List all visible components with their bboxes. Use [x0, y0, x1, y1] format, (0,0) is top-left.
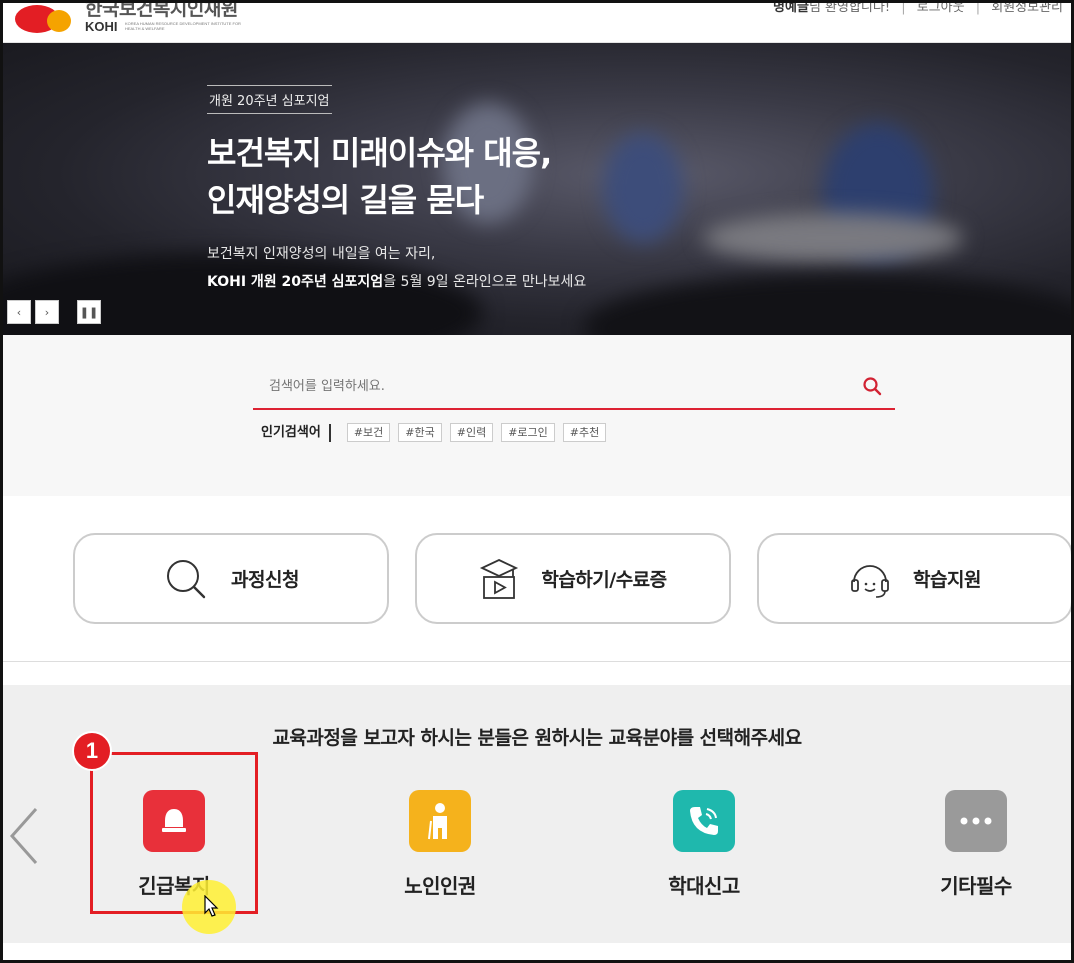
keyword-tag[interactable]: #한국 [398, 423, 442, 442]
divider: | [975, 3, 981, 15]
hero-title: 보건복지 미래이슈와 대응, 인재양성의 길을 묻다 [207, 130, 586, 224]
quick-links-section: 과정신청 학습하기/수료증 학습지원 [3, 496, 1073, 662]
hero-bg-shape [583, 273, 1071, 335]
popular-keywords-label: 인기검색어 [261, 423, 331, 442]
learning-certificate-button[interactable]: 학습하기/수료증 [415, 533, 731, 624]
magnifier-icon [167, 559, 206, 598]
category-abuse-report[interactable]: 학대신고 [634, 790, 774, 899]
hero-desc-line: 보건복지 인재양성의 내일을 여는 자리, [207, 246, 436, 262]
divider: | [901, 3, 906, 15]
search-section: 인기검색어 #보건 #한국 #인력 #로그인 #추천 [3, 335, 1071, 496]
quick-link-label: 학습지원 [913, 569, 981, 591]
utility-nav: 명예글님 환영합니다! | 로그아웃 | 회원정보관리 [773, 3, 1063, 15]
kohi-logo-icon[interactable] [13, 3, 75, 35]
next-slide-button[interactable]: › [35, 300, 59, 324]
member-info-link[interactable]: 회원정보관리 [991, 3, 1063, 15]
graduation-video-icon [480, 558, 519, 599]
category-other-required[interactable]: 기타필수 [906, 790, 1046, 899]
popular-keywords: 인기검색어 #보건 #한국 #인력 #로그인 #추천 [261, 423, 614, 442]
quick-link-label: 과정신청 [231, 569, 299, 591]
site-header: 한국보건복지인재원 KOHI KOREA HUMAN RESOURCE DEVE… [3, 3, 1071, 43]
hero-content: 개원 20주년 심포지엄 보건복지 미래이슈와 대응, 인재양성의 길을 묻다 … [207, 85, 586, 296]
highlight-box [90, 752, 258, 914]
pause-slide-button[interactable]: ❚❚ [77, 300, 101, 324]
prev-slide-button[interactable]: ‹ [7, 300, 31, 324]
welcome-text: 님 환영합니다! [808, 3, 891, 15]
hero-description: 보건복지 인재양성의 내일을 여는 자리, KOHI 개원 20주년 심포지엄을… [207, 240, 586, 296]
search-icon[interactable] [861, 375, 883, 397]
quick-link-label: 학습하기/수료증 [541, 569, 667, 591]
course-apply-button[interactable]: 과정신청 [73, 533, 389, 624]
slider-controls: ‹ › ❚❚ [7, 300, 101, 324]
logout-link[interactable]: 로그아웃 [917, 3, 965, 15]
hero-title-line: 인재양성의 길을 묻다 [207, 181, 484, 219]
keyword-tag[interactable]: #인력 [449, 423, 494, 442]
step-number-badge: 1 [72, 731, 112, 771]
elderly-person-icon [409, 790, 471, 852]
logo-english-name[interactable]: KOHI [85, 19, 118, 34]
more-dots-icon [945, 790, 1007, 852]
hero-desc-line: KOHI 개원 20주년 심포지엄을 5월 9일 온라인으로 만나보세요 [207, 268, 586, 296]
learning-support-button[interactable]: 학습지원 [757, 533, 1073, 624]
category-title: 교육과정을 보고자 하시는 분들은 원하시는 교육분야를 선택해주세요 [272, 727, 802, 749]
search-input[interactable] [269, 373, 829, 399]
keyword-tag[interactable]: #보건 [346, 423, 391, 442]
category-elderly-rights[interactable]: 노인인권 [370, 790, 510, 899]
logo-subtitle: KOREA HUMAN RESOURCE DEVELOPMENT INSTITU… [125, 21, 241, 31]
hero-bg-shape [703, 213, 963, 263]
category-label: 노인인권 [404, 874, 476, 898]
hero-banner[interactable]: 개원 20주년 심포지엄 보건복지 미래이슈와 대응, 인재양성의 길을 묻다 … [3, 43, 1071, 335]
mouse-pointer-icon [204, 895, 219, 917]
phone-icon [673, 790, 735, 852]
keyword-tag[interactable]: #로그인 [501, 423, 555, 442]
headset-icon [851, 564, 889, 598]
hero-bg-shape [603, 133, 683, 243]
category-label: 기타필수 [940, 874, 1012, 898]
hero-desc-bold: KOHI 개원 20주년 심포지엄 [207, 274, 384, 290]
hero-title-line: 보건복지 미래이슈와 대응, [207, 134, 552, 172]
search-box [253, 363, 895, 410]
user-name: 명예글 [773, 3, 809, 15]
hero-desc-rest: 을 5월 9일 온라인으로 만나보세요 [383, 274, 587, 290]
hero-tag: 개원 20주년 심포지엄 [207, 85, 332, 114]
chevron-left-icon[interactable] [6, 805, 40, 867]
keyword-tag[interactable]: #추천 [562, 423, 607, 442]
category-label: 학대신고 [668, 874, 740, 898]
